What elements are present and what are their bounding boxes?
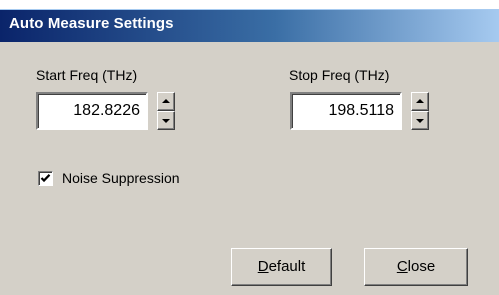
spin-up-icon bbox=[416, 99, 424, 103]
start-freq-input[interactable]: 182.8226 bbox=[36, 92, 148, 130]
start-freq-spinner[interactable] bbox=[157, 92, 175, 130]
spin-up-icon bbox=[162, 99, 170, 103]
start-freq-label: Start Freq (THz) bbox=[36, 67, 138, 83]
checkmark-icon bbox=[40, 174, 51, 183]
noise-suppression-label[interactable]: Noise Suppression bbox=[62, 170, 180, 186]
stop-freq-label: Stop Freq (THz) bbox=[289, 67, 390, 83]
title-bar-top-strip bbox=[0, 0, 499, 10]
default-mnemonic: D bbox=[257, 258, 269, 275]
default-label-rest: efault bbox=[268, 258, 306, 275]
stop-freq-input[interactable]: 198.5118 bbox=[290, 92, 402, 130]
close-mnemonic: C bbox=[396, 258, 408, 275]
default-button[interactable]: Default bbox=[231, 248, 332, 286]
close-label-rest: lose bbox=[407, 258, 436, 275]
stop-freq-up-button[interactable] bbox=[411, 92, 429, 111]
close-button[interactable]: Close bbox=[364, 248, 468, 286]
window-title: Auto Measure Settings bbox=[9, 15, 174, 32]
noise-suppression-checkbox[interactable] bbox=[38, 171, 53, 186]
stop-freq-down-button[interactable] bbox=[411, 111, 429, 130]
title-bar[interactable]: Auto Measure Settings bbox=[0, 0, 499, 42]
start-freq-up-button[interactable] bbox=[157, 92, 175, 111]
stop-freq-spinner[interactable] bbox=[411, 92, 429, 130]
spin-down-icon bbox=[162, 119, 170, 123]
spin-down-icon bbox=[416, 119, 424, 123]
start-freq-down-button[interactable] bbox=[157, 111, 175, 130]
